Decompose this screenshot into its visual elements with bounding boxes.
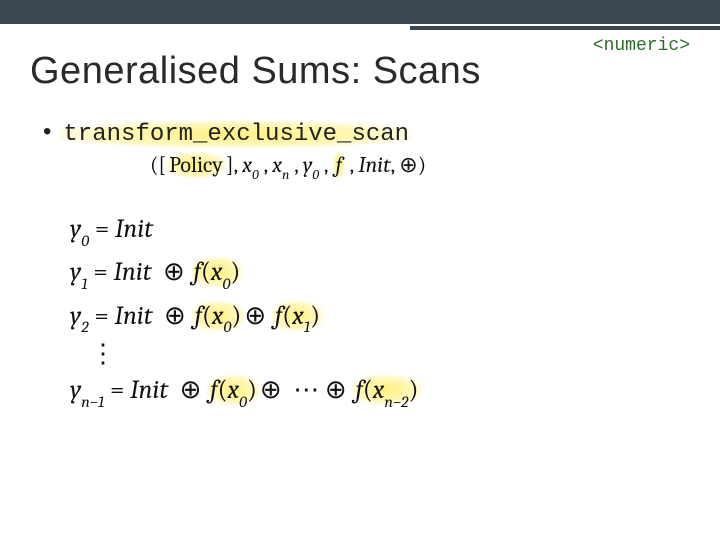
equation-block: y0 = Init y1 = Init ⊕ f(x0) y2 = Init ⊕ … [70, 209, 680, 413]
eq-row-1: y1 = Init ⊕ f(x0) [70, 252, 680, 295]
args-open: ([ [150, 152, 166, 178]
arg-init: Init [358, 152, 390, 178]
sep1: , [259, 152, 273, 178]
args-close: ) [418, 152, 426, 178]
sep3: , [319, 152, 333, 178]
arg-policy: Policy [166, 152, 226, 178]
header-tag: <numeric> [593, 36, 690, 56]
arg-f: f [333, 152, 345, 178]
args-mid1: ], [226, 152, 242, 178]
sep4: , [345, 152, 359, 178]
slide-top-bar [0, 0, 720, 24]
eq-row-0: y0 = Init [70, 209, 680, 252]
arg-x0: x0 [242, 152, 258, 178]
sep5: , [391, 152, 400, 178]
eq-row-n: yn−1 = Init ⊕ f(x0)⊕ ⋯ ⊕ f(xn−2) [70, 370, 680, 413]
slide-accent-line [410, 24, 720, 30]
arg-y0: y0 [303, 152, 319, 178]
eq-row-2: y2 = Init ⊕ f(x0)⊕ f(x1) [70, 296, 680, 339]
function-name: transform_exclusive_scan [60, 121, 412, 148]
function-name-line: •transform_exclusive_scan [40, 120, 680, 148]
bullet-icon: • [40, 120, 54, 147]
arg-oplus: ⊕ [399, 152, 417, 178]
slide-title: Generalised Sums: Scans [30, 50, 481, 93]
function-args-line: ([Policy], x0 , xn , y0 , f , Init, ⊕) [150, 152, 680, 181]
arg-xn: xn [272, 152, 289, 178]
slide-content: •transform_exclusive_scan ([Policy], x0 … [40, 120, 680, 413]
eq-vdots: ⋮ [90, 339, 680, 370]
sep2: , [289, 152, 303, 178]
